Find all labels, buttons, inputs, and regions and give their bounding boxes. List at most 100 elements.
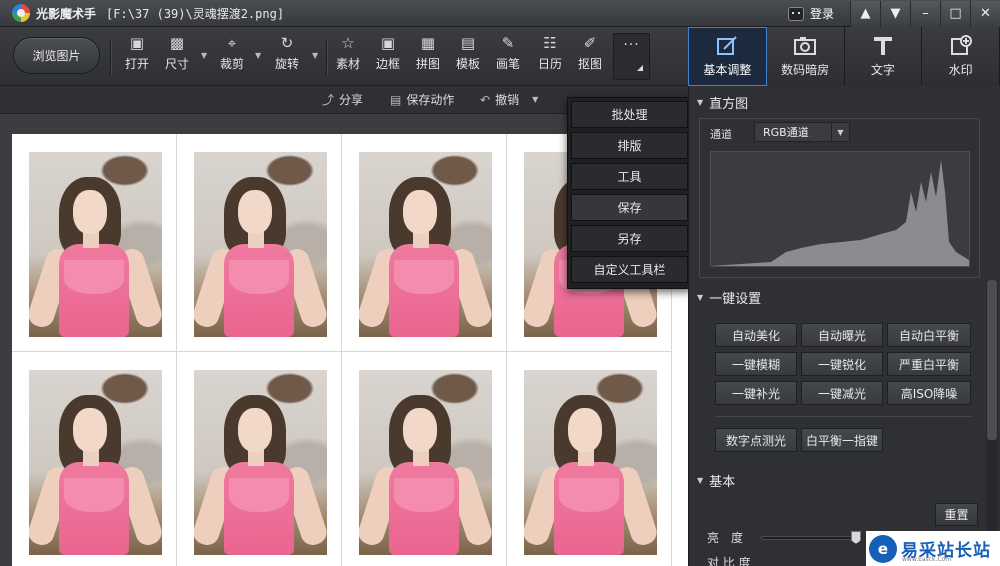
- basic-title: 基本: [709, 474, 736, 490]
- portrait-photo: [29, 152, 162, 337]
- reset-button[interactable]: 重置: [935, 503, 978, 526]
- tab-text-label: 文字: [870, 63, 895, 77]
- tool-calendar-label: 日历: [537, 57, 562, 71]
- tab-basic-adjust[interactable]: 基本调整: [688, 27, 767, 86]
- channel-select[interactable]: RGB通道 ▼: [754, 122, 850, 142]
- menu-item-save-as[interactable]: 另存: [571, 225, 688, 252]
- basic-section-header[interactable]: ▼ 基本: [689, 467, 989, 493]
- crop-icon: ⌖: [227, 34, 237, 52]
- portrait-photo: [524, 370, 657, 555]
- contrast-label: 对 比 度: [707, 556, 751, 566]
- menu-item-layout[interactable]: 排版: [571, 132, 688, 159]
- cutout-icon: ✐: [583, 34, 597, 52]
- login-label: 登录: [809, 7, 834, 21]
- tool-cutout-label: 抠图: [577, 57, 602, 71]
- border-icon: ▣: [380, 34, 396, 52]
- collapse-arrow-icon: ▼: [697, 97, 704, 107]
- tab-darkroom[interactable]: 数码暗房: [766, 27, 845, 86]
- spot-metering-button[interactable]: 数字点测光: [715, 428, 797, 452]
- white-balance-pointer-button[interactable]: 白平衡一指键: [801, 428, 883, 452]
- histogram-title: 直方图: [709, 96, 749, 112]
- one-key-sharpen-button[interactable]: 一键锐化: [801, 352, 883, 376]
- skin-button[interactable]: ▲: [850, 0, 880, 27]
- menu-item-customize-toolbar[interactable]: 自定义工具栏: [571, 256, 688, 283]
- photo-cell: [507, 352, 672, 566]
- share-button[interactable]: ⤴ 分享: [322, 91, 363, 108]
- portrait-photo: [29, 370, 162, 555]
- rotate-dropdown-icon[interactable]: ▼: [312, 51, 318, 60]
- main-toolbar: 浏览图片 ▣ 打开 ▩ 尺寸 ▼ ⌖ 裁剪 ▼ ↻ 旋转 ▼ ☆ 素材 ▣ 边框: [0, 27, 688, 86]
- undo-label: 撤销: [495, 93, 520, 107]
- menu-button[interactable]: ▼: [880, 0, 910, 27]
- rotate-icon: ↻: [280, 34, 294, 52]
- auto-white-balance-button[interactable]: 自动白平衡: [887, 323, 971, 347]
- tab-watermark[interactable]: 水印: [922, 27, 1000, 86]
- size-dropdown-icon[interactable]: ▼: [201, 51, 207, 60]
- tool-material-label: 素材: [335, 57, 360, 71]
- undo-button[interactable]: ↶ 撤销 ▼: [480, 91, 538, 108]
- site-watermark-logo: e 易采站长站 www.Easck.Com: [866, 531, 1000, 566]
- tool-collage[interactable]: ▦ 拼图: [411, 35, 445, 79]
- histogram-section-header[interactable]: ▼ 直方图: [689, 89, 989, 115]
- undo-dropdown-icon[interactable]: ▼: [532, 95, 538, 104]
- tool-size[interactable]: ▩ 尺寸: [160, 35, 194, 79]
- tool-calendar[interactable]: ☷ 日历: [533, 35, 567, 79]
- one-key-section-header[interactable]: ▼ 一键设置: [689, 284, 989, 310]
- one-key-fill-light-button[interactable]: 一键补光: [715, 381, 797, 405]
- tool-collage-label: 拼图: [415, 57, 440, 71]
- one-key-title: 一键设置: [709, 291, 762, 307]
- save-action-label: 保存动作: [406, 93, 455, 107]
- more-tools-button[interactable]: ···: [613, 33, 650, 80]
- scrollbar-thumb[interactable]: [987, 280, 997, 440]
- crop-dropdown-icon[interactable]: ▼: [255, 51, 261, 60]
- menu-item-save[interactable]: 保存: [571, 194, 688, 221]
- browse-images-button[interactable]: 浏览图片: [13, 37, 100, 74]
- one-key-reduce-light-button[interactable]: 一键减光: [801, 381, 883, 405]
- maximize-button[interactable]: □: [940, 0, 970, 27]
- tool-template-label: 模板: [455, 57, 480, 71]
- save-action-button[interactable]: ▤ 保存动作: [390, 91, 454, 108]
- tool-open[interactable]: ▣ 打开: [120, 35, 154, 79]
- tool-brush-label: 画笔: [495, 57, 520, 71]
- tool-border[interactable]: ▣ 边框: [371, 35, 405, 79]
- tool-material[interactable]: ☆ 素材: [331, 35, 365, 79]
- portrait-photo: [359, 152, 492, 337]
- photo-cell: [177, 134, 342, 352]
- more-dots-icon: ···: [623, 37, 640, 53]
- maximize-icon: □: [949, 6, 962, 21]
- expand-corner-icon: [637, 65, 643, 71]
- collapse-arrow-icon: ▼: [697, 475, 704, 485]
- high-iso-denoise-button[interactable]: 高ISO降噪: [887, 381, 971, 405]
- auto-exposure-button[interactable]: 自动曝光: [801, 323, 883, 347]
- user-face-icon: [787, 6, 804, 21]
- menu-item-batch[interactable]: 批处理: [571, 101, 688, 128]
- tool-brush[interactable]: ✎ 画笔: [491, 35, 525, 79]
- histogram-box: 通道 RGB通道 ▼: [699, 118, 980, 278]
- tab-watermark-label: 水印: [948, 63, 973, 77]
- undo-icon: ↶: [480, 92, 491, 107]
- tool-template[interactable]: ▤ 模板: [451, 35, 485, 79]
- auto-beautify-button[interactable]: 自动美化: [715, 323, 797, 347]
- menu-item-tools[interactable]: 工具: [571, 163, 688, 190]
- minimize-icon: –: [922, 6, 929, 21]
- tool-crop[interactable]: ⌖ 裁剪: [215, 35, 249, 79]
- adjust-panel: ▼ 直方图 通道 RGB通道 ▼ ▼ 一键设置 自动美化 自动曝光 自动白平衡 …: [688, 86, 1000, 566]
- site-logo-subtext: www.Easck.Com: [902, 556, 952, 563]
- one-key-blur-button[interactable]: 一键模糊: [715, 352, 797, 376]
- photo-cell: [12, 352, 177, 566]
- tool-rotate[interactable]: ↻ 旋转: [270, 35, 304, 79]
- panel-scrollbar[interactable]: [986, 280, 998, 566]
- portrait-photo: [194, 152, 327, 337]
- brightness-slider-thumb[interactable]: [851, 531, 861, 544]
- login-button[interactable]: 登录: [787, 5, 834, 22]
- minimize-button[interactable]: –: [910, 0, 940, 27]
- tab-text[interactable]: 文字: [844, 27, 923, 86]
- tool-cutout[interactable]: ✐ 抠图: [573, 35, 607, 79]
- material-icon: ☆: [341, 34, 355, 52]
- share-label: 分享: [339, 93, 364, 107]
- brightness-slider[interactable]: [761, 536, 861, 540]
- close-button[interactable]: ✕: [970, 0, 1000, 27]
- collapse-arrow-icon: ▼: [697, 292, 704, 302]
- close-icon: ✕: [980, 6, 991, 21]
- severe-white-balance-button[interactable]: 严重白平衡: [887, 352, 971, 376]
